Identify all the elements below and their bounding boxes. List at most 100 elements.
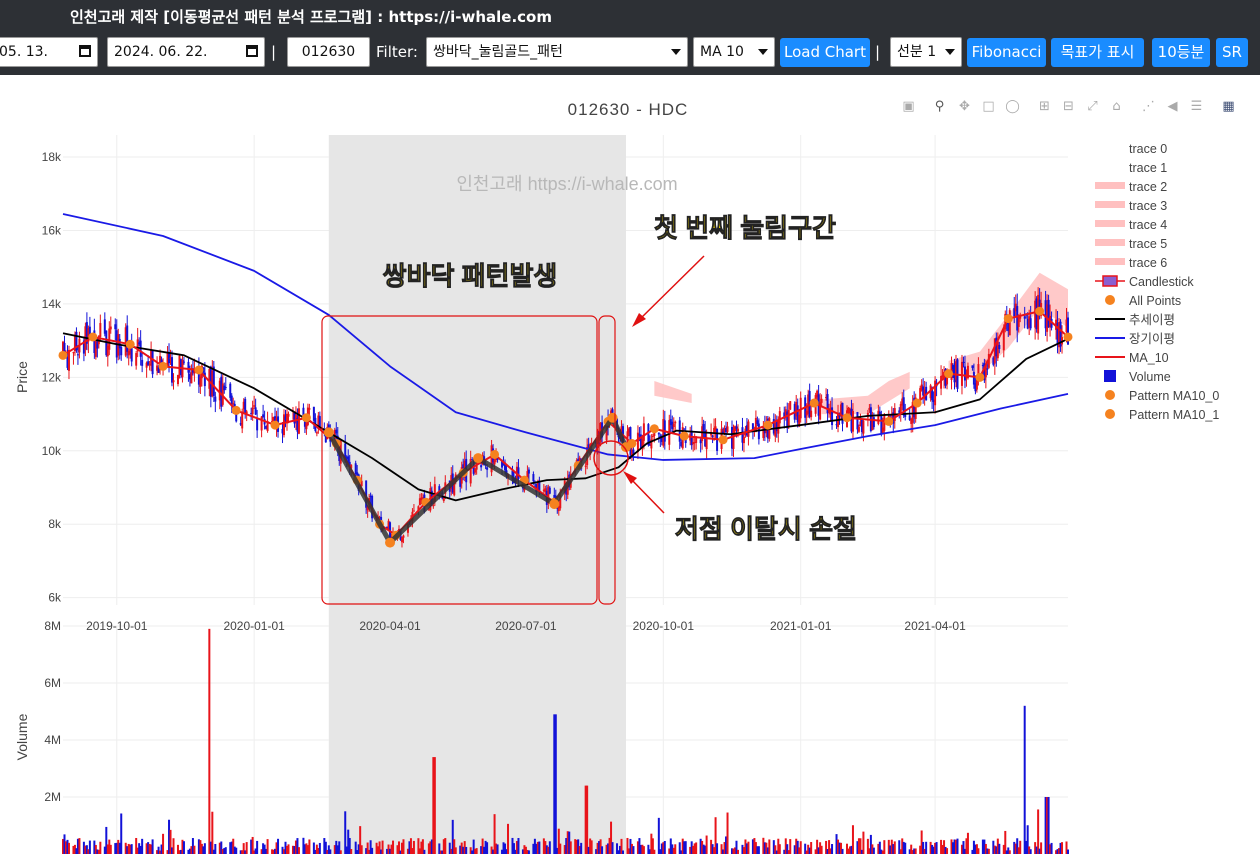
start-date-input[interactable]: 05. 13. (0, 37, 98, 67)
volume-bar (684, 841, 687, 854)
calendar-icon[interactable] (79, 45, 91, 57)
pattern-point (58, 350, 68, 360)
volume-bar (611, 842, 614, 854)
volume-bar (517, 838, 520, 854)
volume-bar (851, 825, 854, 854)
trace-band-area (654, 381, 692, 404)
ma-select[interactable]: MA 10 (693, 37, 775, 67)
ten-division-button[interactable]: 10등분 (1152, 38, 1210, 67)
candle-body (642, 423, 645, 441)
candle-body (402, 535, 405, 538)
candle-body (674, 421, 677, 424)
volume-bar (716, 843, 719, 854)
candle-body (972, 371, 975, 385)
volume-tick-label: 2M (44, 790, 61, 804)
volume-bar (318, 842, 321, 854)
legend-item-label: trace 4 (1129, 218, 1167, 232)
annotation-double-bottom: 쌍바닥 패턴발생 (383, 261, 558, 291)
legend-item-label: All Points (1129, 294, 1181, 308)
load-chart-button[interactable]: Load Chart (780, 38, 870, 67)
candle-body (778, 411, 781, 424)
volume-bar (674, 844, 677, 854)
volume-bar (695, 842, 698, 854)
candle-body (76, 354, 79, 356)
pattern-point (125, 339, 135, 349)
legend-item-label: MA_10 (1129, 351, 1169, 365)
volume-bar (402, 839, 405, 854)
stock-chart[interactable]: 012630 - HDC Price Volume 6k 8k 10k 12k 14k 1… (0, 75, 1260, 854)
volume-bar (475, 848, 478, 854)
volume-bar (486, 842, 489, 854)
y-tick-label: 14k (42, 297, 62, 311)
volume-bar (554, 714, 557, 854)
legend-dot-swatch (1105, 409, 1115, 419)
volume-bar (423, 849, 426, 854)
candle-body (335, 429, 338, 434)
legend-item-label: trace 5 (1129, 237, 1167, 251)
x-tick-label: 2020-07-01 (495, 619, 557, 633)
candle-body (683, 428, 686, 430)
volume-bar (987, 848, 990, 854)
toolbar: 05. 13. 2024. 06. 22. | 012630 Filter: 쌍… (0, 30, 1260, 75)
volume-bar (935, 842, 938, 854)
pattern-point (1063, 332, 1073, 342)
candle-body (212, 366, 215, 396)
volume-bar (601, 846, 604, 854)
volume-bar (998, 843, 1001, 854)
arrow-pullback (636, 255, 705, 323)
candle-body (480, 465, 483, 468)
candle-body (971, 365, 974, 368)
sr-button[interactable]: SR (1216, 38, 1248, 67)
volume-bar (1067, 849, 1069, 854)
candle-body (187, 361, 190, 373)
volume-bar (172, 838, 175, 854)
volume-bar (642, 846, 645, 854)
volume-bar (287, 844, 290, 854)
end-date-input[interactable]: 2024. 06. 22. (107, 37, 265, 67)
volume-bar (883, 840, 886, 854)
filter-select[interactable]: 쌍바닥_눌림골드_패턴 (426, 37, 688, 67)
volume-bar (747, 841, 750, 854)
legend[interactable]: trace 0 trace 1 trace 2 trace 3 trace 4 trace… (1095, 142, 1219, 422)
candle-body (109, 326, 112, 330)
volume-axis: 2M 4M 6M 8M (44, 619, 61, 804)
volume-bar (789, 839, 792, 854)
candle-body (711, 435, 714, 437)
candle-body (742, 437, 745, 444)
volume-bar (88, 840, 91, 854)
ticker-input[interactable]: 012630 (287, 37, 370, 67)
x-tick-label: 2019-10-01 (86, 619, 148, 633)
y-tick-label: 10k (42, 444, 62, 458)
chevron-down-icon (945, 49, 955, 55)
candle-body (176, 374, 179, 385)
line-segment-select[interactable]: 선분 1 (890, 37, 962, 67)
volume-bar (1037, 809, 1040, 854)
candle-body (151, 350, 154, 375)
zigzag-point (549, 499, 560, 510)
calendar-icon[interactable] (246, 45, 258, 57)
volume-bar (820, 845, 823, 854)
volume-bar (1040, 842, 1043, 854)
volume-bar (329, 849, 332, 854)
fibonacci-button[interactable]: Fibonacci (967, 38, 1046, 67)
x-tick-label: 2020-10-01 (633, 619, 695, 633)
chart-title: 012630 - HDC (568, 100, 689, 119)
candle-body (262, 414, 265, 418)
candle-body (241, 411, 244, 429)
volume-bar (736, 849, 739, 854)
volume-bar (538, 841, 541, 854)
candle-body (118, 338, 121, 349)
target-price-button[interactable]: 목표가 표시 (1051, 38, 1144, 67)
pattern-point (88, 332, 98, 342)
trace-band-area (821, 371, 910, 415)
legend-band-swatch (1095, 258, 1125, 265)
volume-bar (193, 845, 196, 854)
pattern-point (842, 413, 852, 423)
candle-body (224, 387, 227, 389)
candle-body (810, 410, 813, 418)
candle-body (851, 410, 854, 432)
legend-item-label: trace 6 (1129, 256, 1167, 270)
volume-bar (120, 813, 123, 854)
y-tick-label: 16k (42, 223, 62, 237)
volume-bar (956, 838, 959, 854)
